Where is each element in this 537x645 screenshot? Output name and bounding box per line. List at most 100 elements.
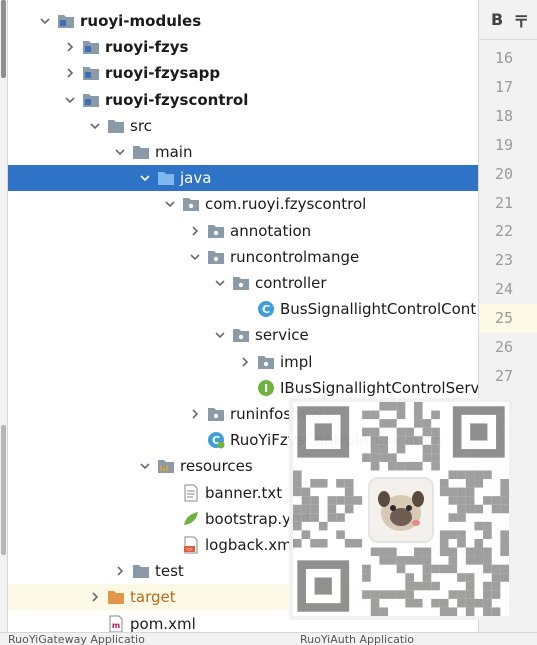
tree-node[interactable]: com.ruoyi.fzyscontrol <box>8 191 478 217</box>
qr-module <box>439 487 449 497</box>
qr-module <box>491 581 501 591</box>
qr-module <box>327 513 337 522</box>
qr-module <box>370 427 380 437</box>
tree-node[interactable]: ruoyi-fzysapp <box>8 60 478 86</box>
qr-module <box>405 556 414 565</box>
tree-node[interactable]: annotation <box>8 218 478 244</box>
chevron-right-icon[interactable] <box>87 584 103 610</box>
qr-module <box>457 530 466 539</box>
qr-module <box>431 461 440 471</box>
left-tool-strip <box>0 0 8 644</box>
yaml-file-icon <box>182 510 200 528</box>
chevron-down-icon[interactable] <box>137 165 153 191</box>
qr-module <box>293 487 302 497</box>
run-tab-gateway[interactable]: RuoYiGateway Applicatio <box>8 633 145 645</box>
chevron-down-icon[interactable] <box>162 191 178 217</box>
qr-module <box>465 590 475 599</box>
scroll-nub-top[interactable] <box>1 0 6 78</box>
qr-module <box>465 573 475 582</box>
tree-node[interactable]: impl <box>8 349 478 375</box>
qr-module <box>422 419 432 428</box>
qr-module <box>396 590 406 599</box>
tree-node[interactable]: ruoyi-modules <box>8 8 478 34</box>
tree-node[interactable]: java <box>8 165 478 192</box>
chevron-down-icon[interactable] <box>212 322 228 348</box>
chevron-down-icon[interactable] <box>37 8 53 34</box>
tree-node[interactable]: service <box>8 322 478 348</box>
package-icon <box>207 222 225 240</box>
tree-node[interactable]: runcontrolmange <box>8 244 478 270</box>
qr-module <box>405 598 414 608</box>
chevron-down-icon[interactable] <box>112 139 128 165</box>
qr-module <box>457 496 466 505</box>
chevron-down-icon[interactable] <box>187 244 203 270</box>
qr-module <box>413 461 423 471</box>
qr-module <box>457 573 466 582</box>
tree-node[interactable]: main <box>8 139 478 165</box>
chevron-down-icon[interactable] <box>212 270 228 296</box>
qr-module <box>439 547 449 557</box>
chevron-down-icon[interactable] <box>87 113 103 139</box>
bottom-run-tabs: RuoYiGateway Applicatio RuoYiAuth Applic… <box>0 632 537 645</box>
tree-node[interactable]: controller <box>8 270 478 296</box>
qr-module <box>483 556 492 565</box>
chevron-down-icon[interactable] <box>62 87 78 113</box>
tree-node[interactable]: ruoyi-fzyscontrol <box>8 87 478 113</box>
chevron-right-icon[interactable] <box>112 558 128 584</box>
strikethrough-format-icon[interactable]: 〒 <box>513 8 529 32</box>
chevron-right-icon[interactable] <box>237 349 253 375</box>
qr-module <box>336 513 345 522</box>
qr-module <box>465 607 475 616</box>
qr-module <box>474 538 484 548</box>
qr-module <box>301 530 311 539</box>
line-number: 16 <box>495 49 514 67</box>
tree-node-label: ruoyi-modules <box>80 12 202 30</box>
qr-module <box>500 496 509 505</box>
qr-module <box>336 530 345 539</box>
qr-module <box>370 444 380 454</box>
tree-node-label: main <box>155 143 193 161</box>
qr-module <box>388 590 397 599</box>
qr-module <box>310 496 319 505</box>
line-number: 21 <box>495 193 514 212</box>
qr-module <box>491 607 501 616</box>
qr-module <box>379 436 389 445</box>
tree-node[interactable]: src <box>8 113 478 139</box>
tree-node[interactable]: I IBusSignallightControlServ <box>8 375 478 401</box>
qr-module <box>431 598 440 608</box>
tree-node[interactable]: ruoyi-fzys <box>8 34 478 60</box>
qr-module <box>379 590 389 599</box>
qr-module <box>483 496 492 505</box>
line-number: 27 <box>495 366 514 385</box>
qr-module <box>483 530 492 539</box>
qr-module <box>396 410 406 420</box>
run-tab-auth[interactable]: RuoYiAuth Applicatio <box>300 633 414 645</box>
chevron-right-icon[interactable] <box>187 218 203 244</box>
folder-icon <box>132 562 150 580</box>
tree-node-label: logback.xml <box>205 536 296 554</box>
scroll-nub-bottom[interactable] <box>1 425 6 555</box>
line-number: 18 <box>495 106 514 125</box>
bold-format-icon[interactable]: B <box>491 10 503 29</box>
module-folder-icon <box>82 38 100 56</box>
resources-folder-icon <box>157 457 175 475</box>
tree-node-label: com.ruoyi.fzyscontrol <box>205 195 367 214</box>
line-number: 20 <box>495 164 514 183</box>
chevron-down-icon[interactable] <box>137 453 153 479</box>
chevron-right-icon[interactable] <box>62 34 78 60</box>
tree-node-label: BusSignallightControlCont <box>280 300 477 319</box>
qr-module <box>362 427 371 437</box>
tree-node-label: ruoyi-fzys <box>105 38 189 57</box>
qr-module <box>483 547 492 557</box>
chevron-right-icon[interactable] <box>187 401 203 427</box>
qr-module <box>448 530 458 539</box>
qr-module <box>293 504 302 514</box>
qr-module <box>483 521 492 531</box>
qr-module <box>474 470 484 480</box>
tree-node[interactable]: C BusSignallightControlCont <box>8 296 478 322</box>
qr-module <box>474 479 484 488</box>
xml-file-icon: <> <box>182 536 200 554</box>
line-number: 26 <box>495 338 514 356</box>
editor-toolbar: B 〒 <box>479 0 537 40</box>
chevron-right-icon[interactable] <box>62 60 78 86</box>
